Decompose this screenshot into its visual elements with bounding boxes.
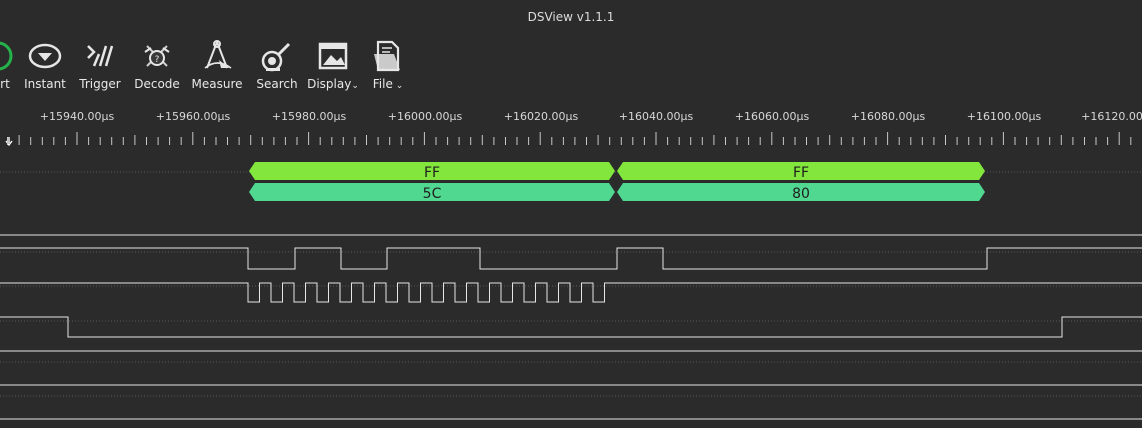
decode-button[interactable]: ? Decode	[133, 34, 181, 104]
signal-cs-line	[0, 316, 1142, 338]
window-title: DSView v1.1.1	[0, 0, 1142, 34]
start-label: rt	[0, 77, 10, 91]
start-icon	[0, 41, 13, 71]
instant-button[interactable]: Instant	[22, 34, 68, 104]
display-button[interactable]: Display⌄	[307, 34, 359, 104]
chevron-down-icon: ⌄	[392, 81, 404, 91]
decode-cell-text: 5C	[423, 186, 442, 202]
chevron-down-icon: ⌄	[351, 81, 359, 91]
display-label: Display⌄	[307, 77, 359, 91]
search-icon	[261, 42, 291, 72]
cursor-arrow-icon	[5, 137, 13, 147]
svg-text:?: ?	[155, 55, 160, 65]
file-icon	[374, 40, 400, 72]
decode-label: Decode	[134, 77, 180, 91]
file-label: File ⌄	[372, 77, 404, 91]
time-ruler[interactable]: +15940.00µs +15960.00µs +15980.00µs +160…	[0, 104, 1142, 152]
decode-cell-text: FF	[424, 165, 440, 181]
display-icon	[318, 42, 348, 70]
decode-icon: ?	[144, 45, 170, 67]
measure-button[interactable]: Measure	[190, 34, 244, 104]
measure-icon	[204, 40, 232, 69]
trigger-label: Trigger	[79, 77, 121, 91]
file-button[interactable]: File ⌄	[368, 34, 408, 104]
instant-label: Instant	[24, 77, 66, 91]
ruler-ticks	[5, 132, 1132, 147]
start-button[interactable]: rt	[0, 34, 18, 104]
trigger-icon	[87, 45, 114, 67]
measure-label: Measure	[191, 77, 243, 91]
decode-cell-text: FF	[793, 165, 809, 181]
window-title-text: DSView v1.1.1	[527, 10, 615, 24]
search-label: Search	[256, 77, 298, 91]
waveform-area[interactable]: FF FF 5C 80	[0, 152, 1142, 424]
decode-cell-text: 80	[792, 186, 810, 202]
toolbar: rt Instant Trigger ? Decode Measure Sear…	[0, 34, 1142, 104]
instant-icon	[28, 43, 62, 69]
search-button[interactable]: Search	[254, 34, 300, 104]
signal-data-line	[0, 247, 1142, 270]
trigger-button[interactable]: Trigger	[76, 34, 124, 104]
